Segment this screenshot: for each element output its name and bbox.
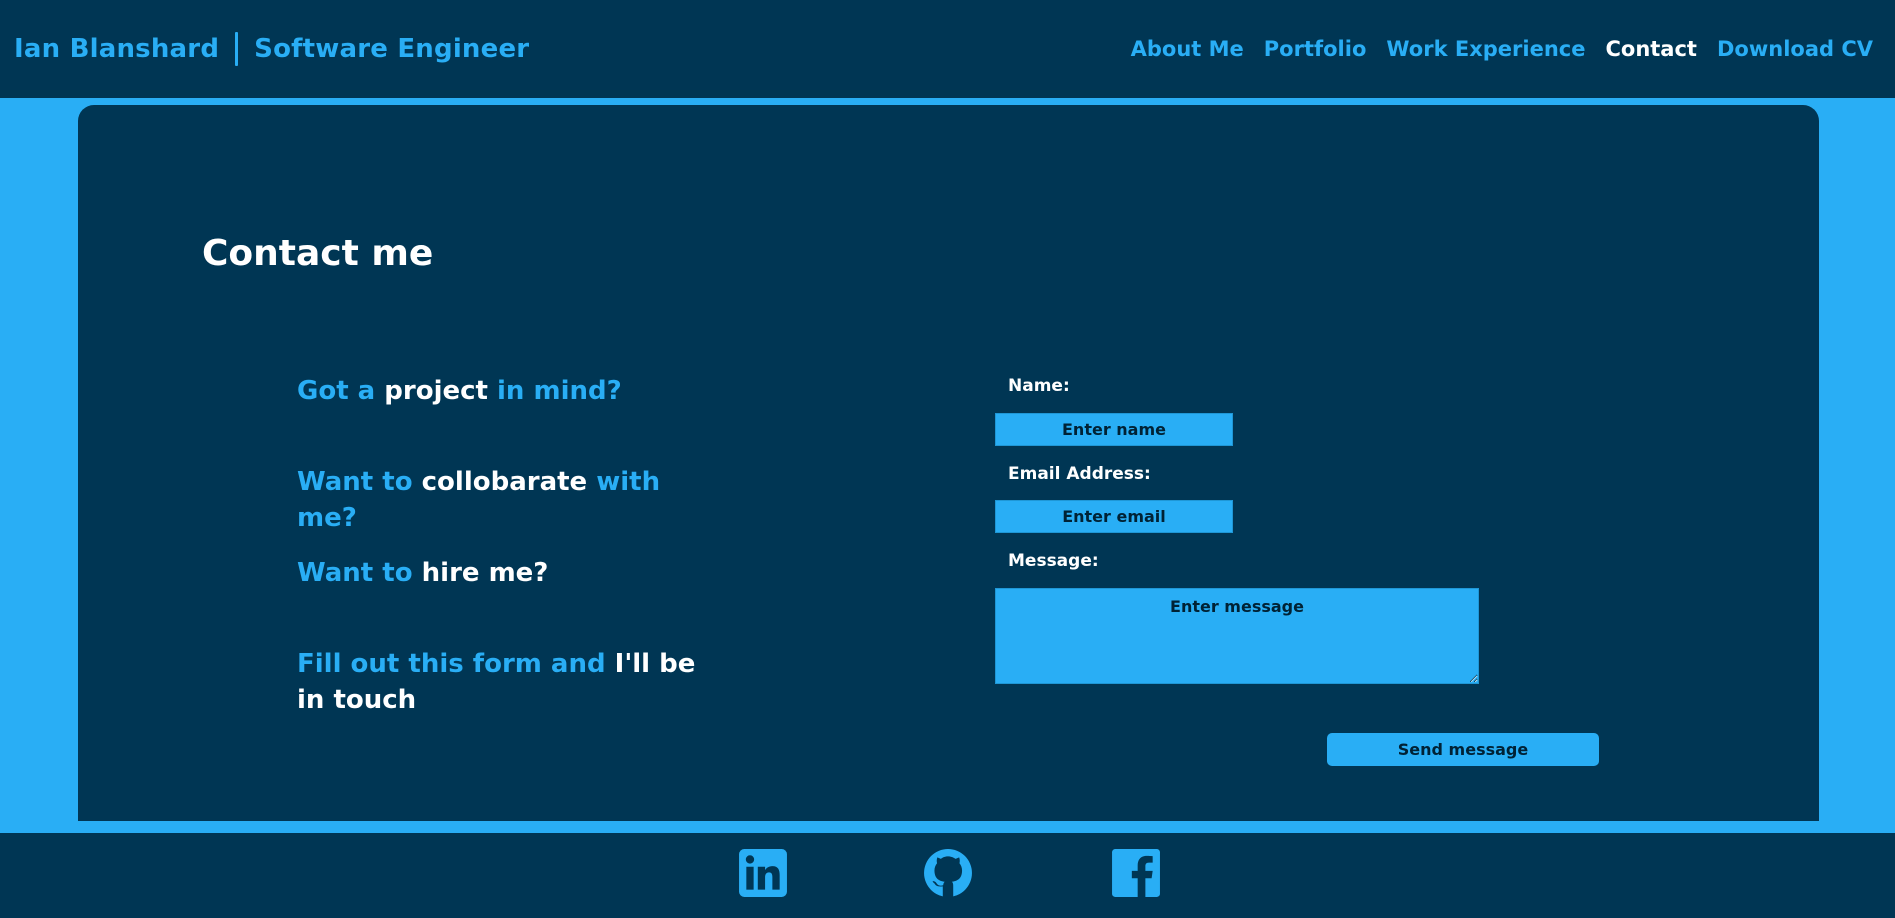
nav-contact[interactable]: Contact bbox=[1605, 37, 1697, 61]
pitch-line-project: Got a project in mind? bbox=[297, 373, 727, 409]
linkedin-icon[interactable] bbox=[738, 848, 788, 898]
send-message-button[interactable]: Send message bbox=[1327, 733, 1599, 766]
pitch-line-collaborate: Want to collobarate with me? bbox=[297, 464, 727, 536]
pitch-line-form: Fill out this form and I'll be in touch bbox=[297, 646, 727, 718]
brand-divider bbox=[235, 32, 239, 66]
pitch-text: Fill out this form and bbox=[297, 649, 615, 679]
nav-work-experience[interactable]: Work Experience bbox=[1386, 37, 1585, 61]
main-nav: About Me Portfolio Work Experience Conta… bbox=[1111, 37, 1873, 61]
pitch-text: in mind? bbox=[487, 376, 622, 406]
github-icon[interactable] bbox=[923, 848, 973, 898]
pitch-emphasis: collobarate bbox=[421, 467, 588, 497]
brand-role: Software Engineer bbox=[254, 34, 530, 64]
pitch-text: Want to bbox=[297, 558, 422, 588]
message-field[interactable] bbox=[995, 588, 1479, 684]
brand-name: Ian Blanshard bbox=[14, 34, 220, 64]
nav-download-cv[interactable]: Download CV bbox=[1717, 37, 1873, 61]
pitch-text: Want to bbox=[297, 467, 422, 497]
facebook-icon[interactable] bbox=[1111, 848, 1161, 898]
nav-about-me[interactable]: About Me bbox=[1131, 37, 1244, 61]
email-field[interactable] bbox=[995, 500, 1233, 533]
name-field[interactable] bbox=[995, 413, 1233, 446]
pitch-emphasis: hire me? bbox=[421, 558, 549, 588]
email-label: Email Address: bbox=[1008, 464, 1151, 484]
site-footer bbox=[0, 833, 1895, 918]
message-label: Message: bbox=[1008, 551, 1099, 571]
pitch-text: Got a bbox=[297, 376, 385, 406]
brand[interactable]: Ian Blanshard Software Engineer bbox=[14, 32, 529, 66]
pitch-emphasis: project bbox=[384, 376, 488, 406]
site-header: Ian Blanshard Software Engineer About Me… bbox=[0, 0, 1895, 98]
name-label: Name: bbox=[1008, 376, 1070, 396]
nav-portfolio[interactable]: Portfolio bbox=[1264, 37, 1367, 61]
page-title: Contact me bbox=[202, 233, 434, 274]
pitch-line-hire: Want to hire me? bbox=[297, 555, 727, 591]
contact-card: Contact me Got a project in mind? Want t… bbox=[78, 105, 1819, 821]
